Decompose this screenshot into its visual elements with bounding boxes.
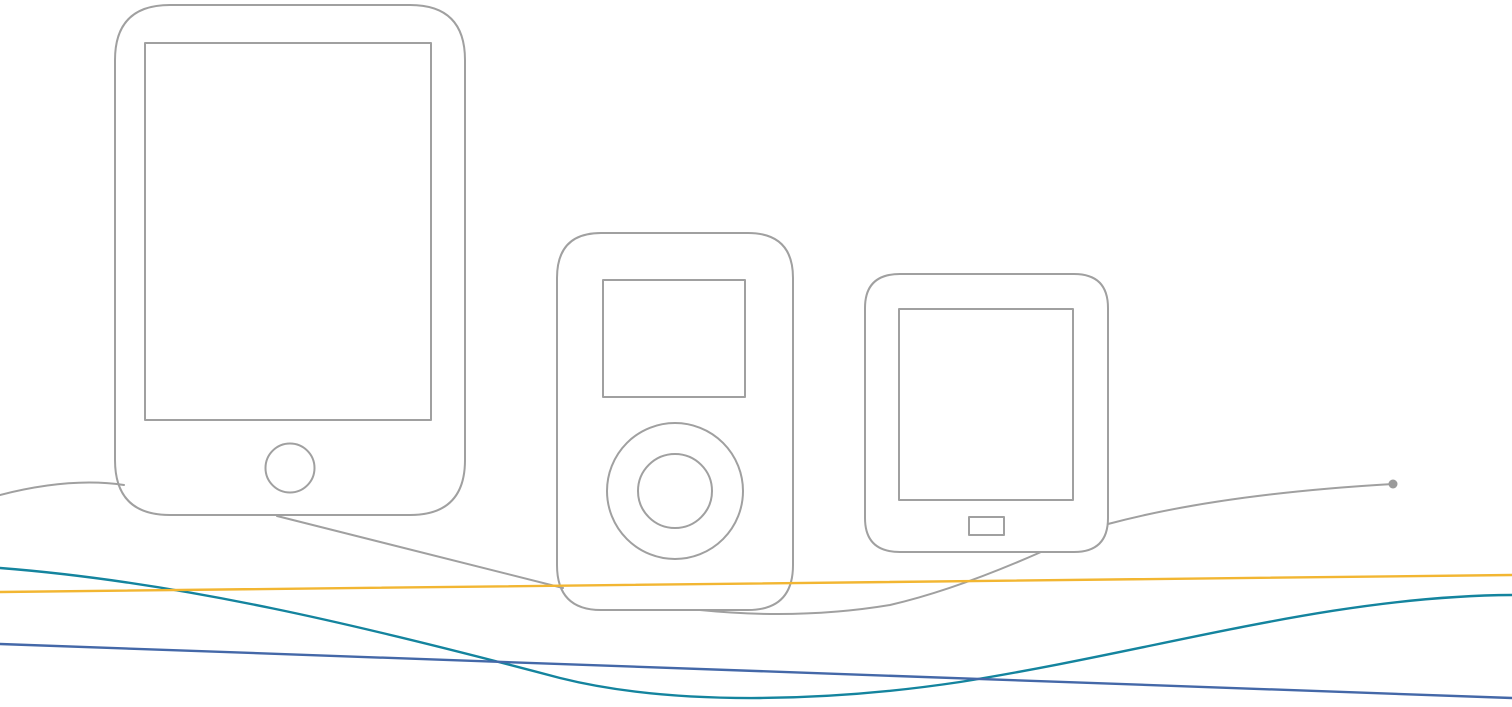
illustration-stage [0,0,1512,707]
e-reader-body [864,273,1109,553]
blue-wave-line [0,642,1512,700]
tablet-body [114,4,466,516]
tablet-home-button [264,442,316,494]
media-player-center-button [637,453,713,529]
tablet-to-player-tail [276,515,564,589]
connector-end-dot [1388,479,1398,489]
teal-wave-line [0,566,1512,700]
e-reader-screen [898,308,1074,501]
ereader-right-tail [1107,483,1394,525]
media-player-screen [602,279,746,398]
yellow-wave-line [0,573,1512,594]
e-reader-icon [864,273,1109,553]
e-reader-button [968,516,1005,536]
tablet-screen [144,42,432,421]
media-player-body [556,232,794,611]
media-player-icon [556,232,794,611]
connector-lines [0,479,1398,615]
media-player-click-wheel [606,422,744,560]
tablet-icon [114,4,466,516]
decorative-waves [0,566,1512,700]
devices-illustration [0,4,1512,700]
tablet-left-tail [0,481,125,496]
